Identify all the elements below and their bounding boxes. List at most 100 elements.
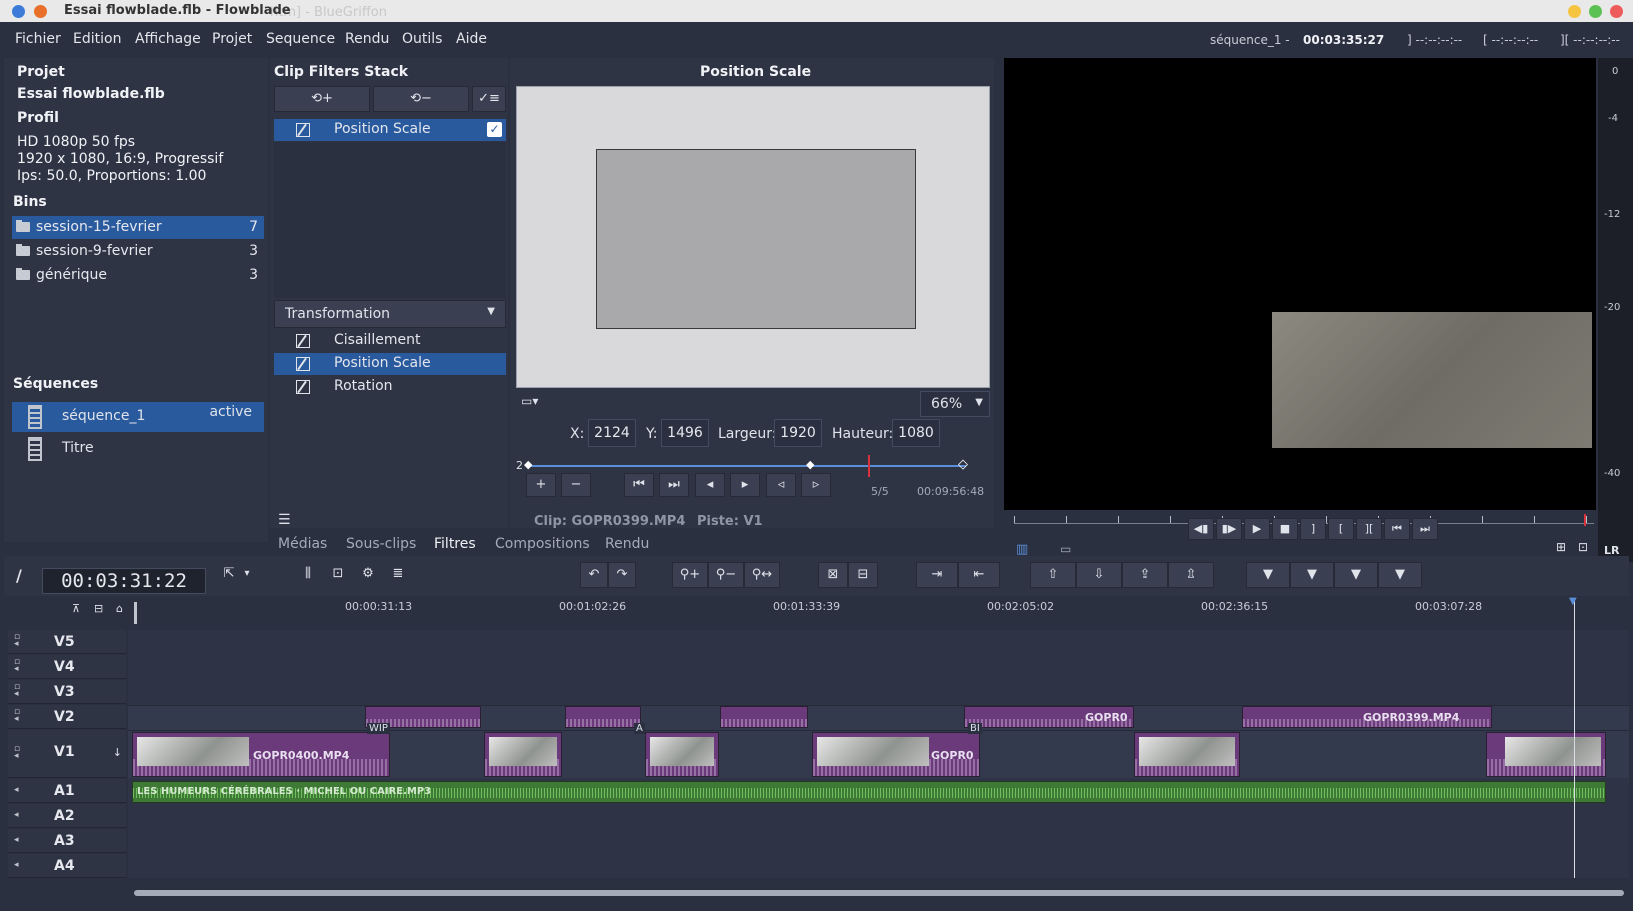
keyframe-playhead[interactable] (868, 455, 870, 477)
add-filter-button[interactable]: ⟲+ (274, 86, 370, 112)
append-selected-button[interactable]: ▼ (1290, 562, 1334, 588)
tab-sous-clips[interactable]: Sous-clips (346, 536, 416, 552)
resync-button[interactable]: ⇥ (916, 562, 958, 588)
audio-clip[interactable]: LES HUMEURS CÉRÉBRALES · MICHEL OU CAIRE… (132, 781, 1606, 803)
y-field[interactable]: 1496 (661, 419, 709, 447)
compositor-label[interactable]: WIP (367, 723, 390, 734)
tab-medias[interactable]: Médias (278, 536, 327, 552)
menu-projet[interactable]: Projet (212, 31, 252, 47)
track-lock-icon[interactable]: ▫ ◂ (14, 708, 22, 724)
first-keyframe-button[interactable]: ⏮ (624, 473, 654, 497)
undo-button[interactable]: ↶ (580, 562, 608, 588)
overwrite-selected-button[interactable]: ▼ (1378, 562, 1422, 588)
track-header[interactable]: ◂ A3 (8, 829, 126, 853)
track-header[interactable]: ▫ ◂ V4 (8, 655, 126, 679)
prev-keyframe-button[interactable]: ◂ (695, 473, 725, 497)
bin-item[interactable]: session-9-fevrier 3 (12, 240, 264, 263)
timeline-clip[interactable]: GOPR0 (812, 732, 980, 777)
track-header[interactable]: ◂ A2 (8, 804, 126, 828)
hamburger-menu-icon[interactable]: ☰ (278, 512, 291, 528)
settings-icon[interactable]: ⚙ (356, 562, 380, 588)
monitor-size-icon[interactable]: ▭ (1060, 542, 1071, 556)
tab-filtres[interactable]: Filtres (434, 536, 476, 552)
track-expand-icon[interactable]: ↓ (113, 746, 122, 759)
video-monitor[interactable] (1004, 58, 1596, 510)
track-header[interactable]: ▫ ◂ V1 ↓ (8, 730, 126, 778)
monitor-toggle-icon[interactable]: ⊡ (1578, 540, 1588, 554)
track-list-icon[interactable]: ⊟ (94, 602, 103, 615)
minimize-button[interactable] (1568, 5, 1581, 18)
speaker-icon[interactable]: ◂ (14, 861, 22, 876)
extract-button[interactable]: ⇩ (1076, 562, 1122, 588)
timeline-clip[interactable]: GOPR0 (964, 706, 1134, 728)
prev-frame-button[interactable]: ◃ (766, 473, 796, 497)
next-frame-playback-button[interactable]: ▮▶ (1216, 518, 1242, 540)
add-keyframe-button[interactable]: + (526, 473, 556, 497)
track-lock-icon[interactable]: ▫ ◂ (14, 683, 22, 699)
lift-button[interactable]: ⇧ (1030, 562, 1076, 588)
zoom-select[interactable]: 66% ▼ (920, 391, 990, 417)
width-field[interactable]: 1920 (774, 419, 822, 447)
speaker-icon[interactable]: ◂ (14, 811, 22, 826)
close-button[interactable] (1610, 5, 1623, 18)
redo-button[interactable]: ↷ (608, 562, 636, 588)
timeline-clip[interactable] (484, 732, 562, 777)
track-header[interactable]: ▫ ◂ V5 (8, 630, 126, 654)
speaker-icon[interactable]: ◂ (14, 786, 22, 801)
titler-icon[interactable]: ⊡ (326, 562, 350, 588)
sequence-item[interactable]: séquence_1 active (12, 402, 264, 432)
sequence-item[interactable]: Titre (12, 434, 264, 464)
list-icon[interactable]: ≣ (386, 562, 410, 588)
cut-button[interactable]: ⊠ (818, 562, 848, 588)
trim-view-icon[interactable]: ▥ (1016, 542, 1028, 557)
zoom-out-button[interactable]: ⚲− (708, 562, 744, 588)
stop-button[interactable]: ■ (1272, 518, 1298, 540)
playhead-marker-icon[interactable]: ▼ (1569, 596, 1577, 607)
track-height-icon[interactable]: ⊼ (72, 602, 80, 615)
timeline-clip[interactable] (565, 706, 641, 728)
timeline-clip[interactable]: GOPR0399.MP4 (1242, 706, 1492, 728)
next-keyframe-button[interactable]: ▸ (730, 473, 760, 497)
maximize-button[interactable] (1589, 5, 1602, 18)
menu-fichier[interactable]: Fichier (15, 31, 61, 47)
mark-in-button[interactable]: [ (1328, 518, 1354, 540)
compositor-label[interactable]: BI (968, 723, 982, 734)
track-header[interactable]: ▫ ◂ V3 (8, 680, 126, 704)
play-button[interactable]: ▶ (1244, 518, 1270, 540)
insert-selected-button[interactable]: ▼ (1334, 562, 1378, 588)
speaker-icon[interactable]: ◂ (14, 836, 22, 851)
track-header[interactable]: ◂ A1 (8, 779, 126, 803)
stack-filter-item[interactable]: Position Scale ✓ (274, 119, 506, 141)
prev-frame-playback-button[interactable]: ◀▮ (1188, 518, 1214, 540)
timeline-clip[interactable] (1134, 732, 1240, 777)
remove-keyframe-button[interactable]: − (561, 473, 591, 497)
splice-out-button[interactable]: ⊟ (848, 562, 878, 588)
frame-rect-handle[interactable] (596, 149, 916, 329)
timeline-timecode[interactable]: 00:03:31:22 (42, 568, 206, 594)
track-lock-icon[interactable]: ▫ ◂ (14, 658, 22, 674)
cursor-tool-icon[interactable]: ⇱ (220, 562, 238, 588)
keyframe-marker[interactable]: ◇ (958, 457, 968, 472)
menu-outils[interactable]: Outils (402, 31, 442, 47)
mark-out-button[interactable]: ] (1300, 518, 1326, 540)
timeline-clip[interactable] (720, 706, 808, 728)
timeline-clip[interactable] (1486, 732, 1606, 777)
view-options-icon[interactable]: ▭▾ (521, 394, 538, 408)
monitor-playhead[interactable] (1584, 514, 1586, 526)
filter-category-select[interactable]: Transformation ▼ (274, 300, 506, 328)
timeline-playhead[interactable] (1574, 600, 1575, 878)
last-keyframe-button[interactable]: ⏭ (659, 473, 689, 497)
keyframe-timeline[interactable] (528, 465, 966, 467)
layout-icon[interactable]: ⊞ (1556, 540, 1566, 554)
filter-list-item[interactable]: Rotation (274, 376, 506, 398)
track-lock-icon[interactable]: ▫ ◂ (14, 745, 22, 761)
toggle-filters-button[interactable]: ✓≡ (472, 86, 506, 112)
track-header[interactable]: ▫ ◂ V2 (8, 705, 126, 729)
bin-item[interactable]: session-15-fevrier 7 (12, 216, 264, 239)
bin-item[interactable]: générique 3 (12, 264, 264, 287)
menu-aide[interactable]: Aide (456, 31, 487, 47)
next-frame-button[interactable]: ▹ (801, 473, 831, 497)
menu-rendu[interactable]: Rendu (345, 31, 389, 47)
tool-select-dropdown[interactable]: ▾ (240, 562, 254, 588)
overwrite-button[interactable]: ⇪ (1122, 562, 1168, 588)
